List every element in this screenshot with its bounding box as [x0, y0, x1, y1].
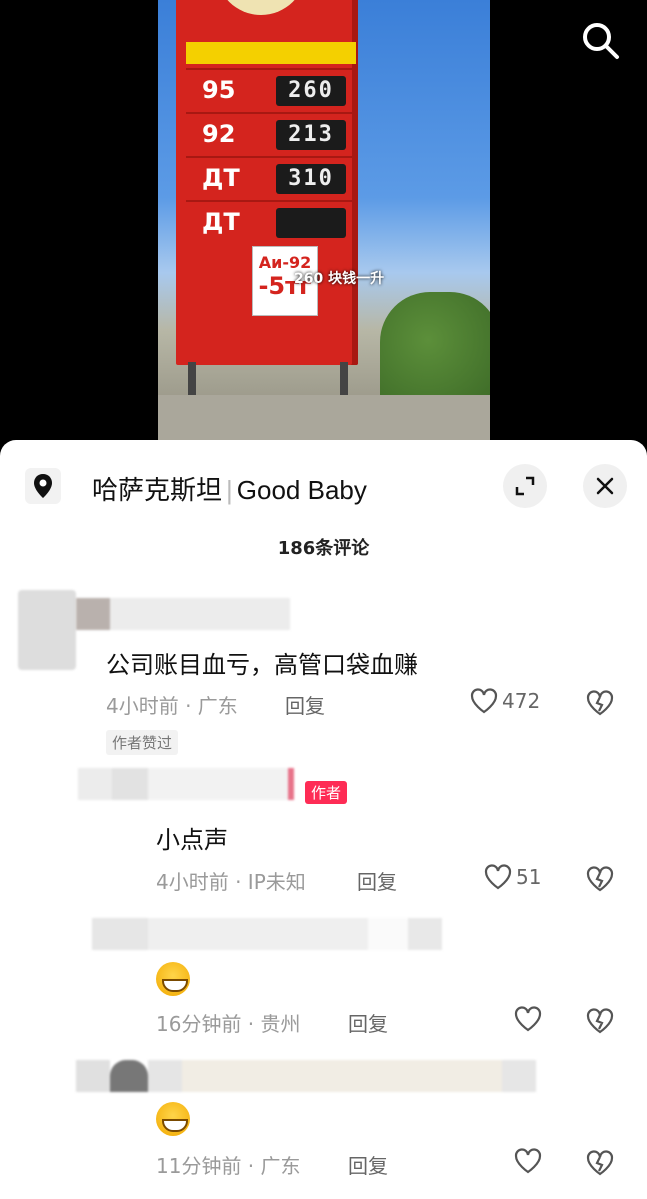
reply-button[interactable]: 回复: [348, 1008, 388, 1037]
like-count: 51: [516, 865, 542, 889]
username-blurred[interactable]: [92, 918, 442, 954]
like-count: 472: [502, 689, 541, 713]
reply-button[interactable]: 回复: [357, 866, 397, 895]
dislike-button[interactable]: [585, 688, 615, 720]
close-icon: [596, 477, 614, 495]
username-blurred[interactable]: [76, 598, 290, 634]
sheet-header: 哈萨克斯坦 | Good Baby: [0, 440, 647, 535]
fuel-row: ДТ 310: [186, 156, 356, 200]
video-caption: 260 块钱一升: [294, 271, 385, 287]
smile-emoji-icon: [156, 1102, 190, 1136]
heart-icon: [514, 1006, 542, 1032]
heart-icon: [514, 1148, 542, 1174]
video-frame: 95 260 92 213 ДТ 310 ДТ Аи-92 -5тг 260 块…: [158, 0, 490, 440]
author-liked-tag: 作者赞过: [106, 730, 179, 755]
fuel-row: 92 213: [186, 112, 356, 156]
avatar[interactable]: [18, 590, 76, 674]
comment-meta: 4小时前 · IP未知: [156, 870, 306, 894]
fuel-price: 310: [276, 164, 346, 194]
expand-button[interactable]: [503, 464, 547, 508]
location-name: 哈萨克斯坦: [92, 475, 223, 505]
reply-button[interactable]: 回复: [285, 690, 325, 719]
comment-text: 小点声: [156, 826, 228, 854]
author-tag: 作者: [305, 781, 348, 804]
comment-text: 公司账目血亏，高管口袋血赚: [106, 651, 418, 679]
comment-meta: 11分钟前 · 广东: [156, 1154, 301, 1178]
station-logo: [216, 0, 306, 15]
fuel-row: 95 260: [186, 68, 356, 112]
comment-meta: 4小时前 · 广东: [106, 694, 238, 718]
fuel-grade: 92: [202, 120, 236, 148]
broken-heart-icon: [586, 866, 614, 892]
location-label[interactable]: 哈萨克斯坦 | Good Baby: [92, 470, 367, 507]
fuel-price: [276, 208, 346, 238]
username-blurred[interactable]: [76, 1060, 536, 1096]
like-button[interactable]: [514, 1148, 546, 1174]
location-pin-icon[interactable]: [25, 468, 61, 504]
comment-meta: 16分钟前 · 贵州: [156, 1012, 301, 1036]
reply-button[interactable]: 回复: [348, 1150, 388, 1179]
heart-icon: [470, 688, 498, 714]
like-button[interactable]: 51: [484, 864, 541, 890]
pylon-base: [158, 395, 490, 440]
comment-sheet: 哈萨克斯坦 | Good Baby 186条评论 公司账目血亏，高管口袋血赚 4小时…: [0, 440, 647, 1199]
username-blurred[interactable]: [78, 768, 294, 804]
like-button[interactable]: 472: [470, 688, 540, 714]
fuel-grade: 95: [202, 76, 236, 104]
dislike-button[interactable]: [585, 1006, 615, 1038]
fuel-grade: ДТ: [202, 164, 240, 192]
video-player[interactable]: 95 260 92 213 ДТ 310 ДТ Аи-92 -5тг 260 块…: [0, 0, 647, 470]
dislike-button[interactable]: [585, 1148, 615, 1180]
comment-count: 186条评论: [277, 538, 370, 559]
fuel-grade: ДТ: [202, 208, 240, 236]
broken-heart-icon: [586, 1150, 614, 1176]
heart-icon: [484, 864, 512, 890]
pylon-stripe: [186, 42, 356, 64]
search-button[interactable]: [578, 18, 622, 62]
fuel-price: 260: [276, 76, 346, 106]
close-button[interactable]: [583, 464, 627, 508]
music-name: Good Baby: [236, 475, 367, 505]
gas-price-pylon: 95 260 92 213 ДТ 310 ДТ Аи-92 -5тг: [176, 0, 358, 365]
expand-icon: [515, 476, 535, 496]
broken-heart-icon: [586, 1008, 614, 1034]
search-icon: [583, 23, 619, 59]
fuel-row: ДТ: [186, 200, 356, 244]
dislike-button[interactable]: [585, 864, 615, 896]
broken-heart-icon: [586, 690, 614, 716]
like-button[interactable]: [514, 1006, 546, 1032]
fuel-price: 213: [276, 120, 346, 150]
grin-emoji-icon: [156, 962, 190, 996]
